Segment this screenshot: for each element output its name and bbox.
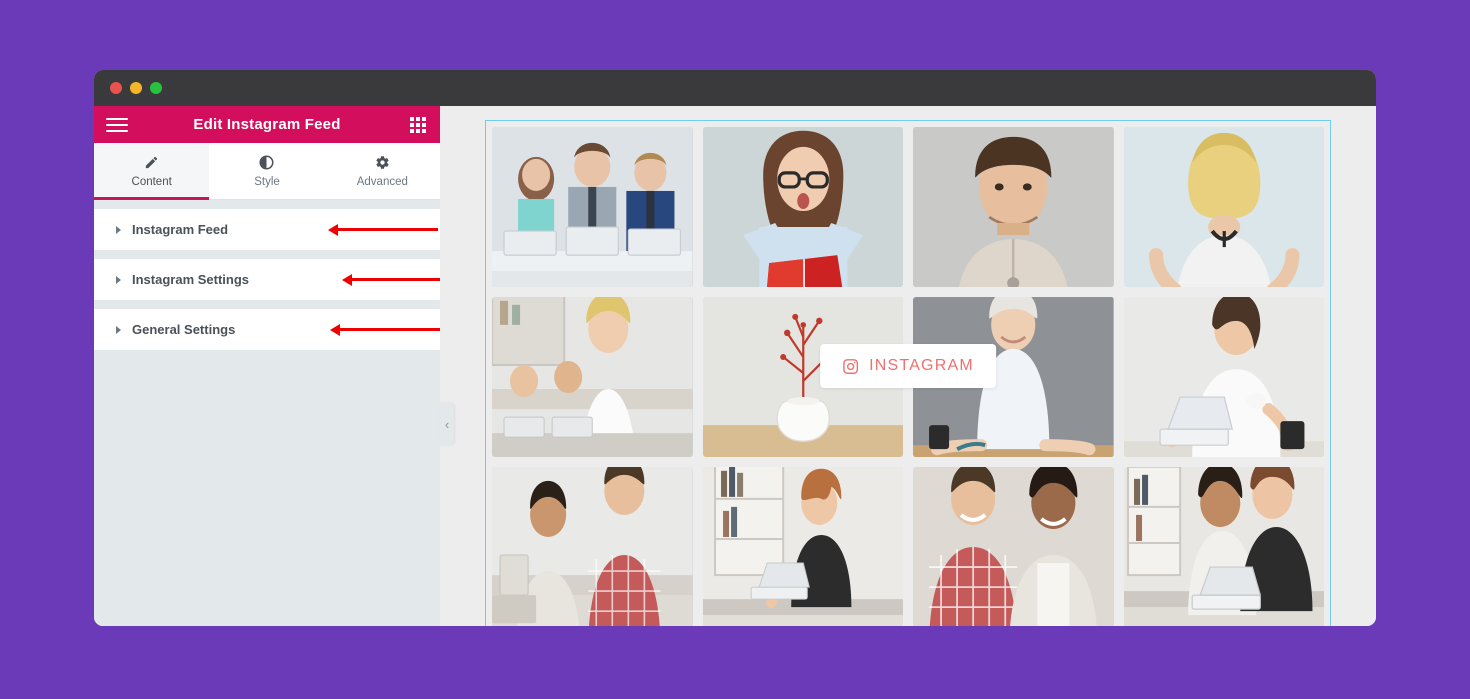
browser-window: Edit Instagram Feed Content Style Advanc… [94,70,1376,626]
feed-tile[interactable] [702,467,903,626]
page-title: Edit Instagram Feed [193,116,341,133]
feed-tile[interactable] [1123,297,1324,457]
chevron-right-icon [116,275,121,284]
editor-panel: Edit Instagram Feed Content Style Advanc… [94,106,454,626]
feed-tile[interactable] [492,127,693,287]
panel-collapse-handle[interactable]: ‹ [440,403,454,445]
section-instagram-feed[interactable]: Instagram Feed [94,209,440,250]
widgets-grid-icon[interactable] [410,116,426,133]
chevron-right-icon [116,225,121,234]
feed-tile[interactable] [913,467,1114,626]
window-titlebar [94,70,1376,106]
instagram-badge[interactable]: INSTAGRAM [820,344,996,388]
tab-content[interactable]: Content [94,143,210,200]
preview-canvas: INSTAGRAM [440,106,1376,626]
tab-style-label: Style [254,175,280,188]
chevron-right-icon [116,325,121,334]
gear-icon [375,155,390,171]
panel-tabs: Content Style Advanced [94,143,440,200]
contrast-icon [259,155,274,171]
annotation-arrow-instagram-feed [328,223,438,236]
section-instagram-feed-label: Instagram Feed [132,222,229,237]
instagram-camera-icon [842,358,859,375]
feed-tile[interactable] [492,297,693,457]
instagram-badge-label: INSTAGRAM [869,357,974,374]
hamburger-menu-icon[interactable] [106,117,128,132]
instagram-feed-widget[interactable]: INSTAGRAM [485,120,1331,626]
section-instagram-settings-label: Instagram Settings [132,272,250,287]
annotation-arrow-general-settings [330,323,442,336]
window-body: Edit Instagram Feed Content Style Advanc… [94,106,1376,626]
panel-empty-area [94,359,440,626]
feed-tile[interactable] [702,127,903,287]
feed-tile[interactable] [1123,127,1324,287]
panel-sections: Instagram Feed Instagram Settings Genera… [94,200,446,359]
feed-tile[interactable] [913,127,1114,287]
minimize-window-button[interactable] [130,82,142,94]
tab-advanced-label: Advanced [356,175,408,188]
section-general-settings[interactable]: General Settings [94,309,442,350]
annotation-arrow-instagram-settings [342,273,446,286]
panel-header: Edit Instagram Feed [94,106,440,143]
feed-tile[interactable] [1123,467,1324,626]
maximize-window-button[interactable] [150,82,162,94]
tab-style[interactable]: Style [209,143,325,199]
tab-advanced[interactable]: Advanced [324,143,440,199]
section-instagram-settings[interactable]: Instagram Settings [94,259,446,300]
tab-content-label: Content [131,175,172,188]
feed-tile[interactable] [492,467,693,626]
pencil-icon [144,155,159,171]
section-general-settings-label: General Settings [132,322,236,337]
close-window-button[interactable] [110,82,122,94]
